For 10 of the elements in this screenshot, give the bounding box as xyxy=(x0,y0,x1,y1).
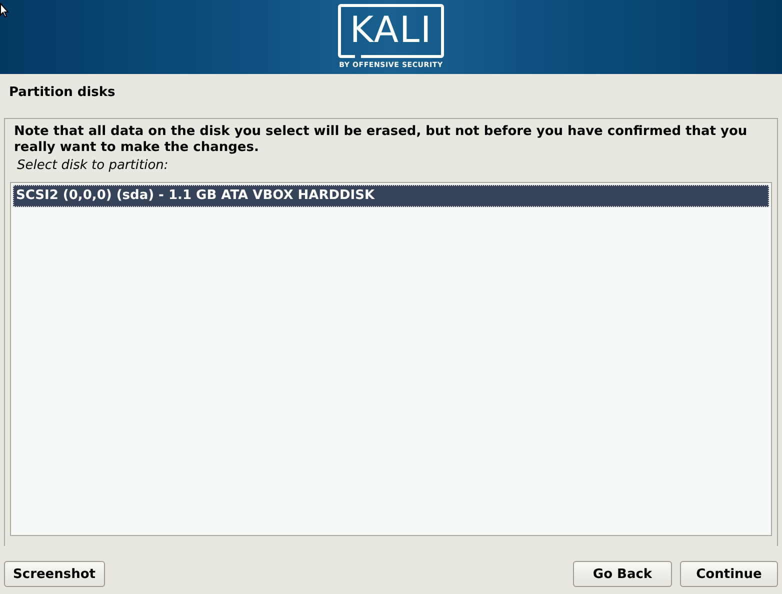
logo: KALI xyxy=(338,4,444,58)
action-button[interactable]: Go Back xyxy=(573,561,672,587)
action-button[interactable]: Continue xyxy=(680,561,778,587)
action-button[interactable]: Screenshot xyxy=(4,561,105,587)
mouse-pointer-icon xyxy=(0,3,9,18)
disk-list-item[interactable]: SCSI2 (0,0,0) (sda) - 1.1 GB ATA VBOX HARDDISK xyxy=(13,185,769,207)
prompt-label: Select disk to partition: xyxy=(16,157,170,174)
page-title: Partition disks xyxy=(8,84,116,102)
note-text: Note that all data on the disk you select will be erased, but not before you have confirmed that you really want to make the changes. xyxy=(13,124,748,156)
disk-list[interactable]: SCSI2 (0,0,0) (sda) - 1.1 GB ATA VBOX HARDDISK xyxy=(10,182,772,536)
